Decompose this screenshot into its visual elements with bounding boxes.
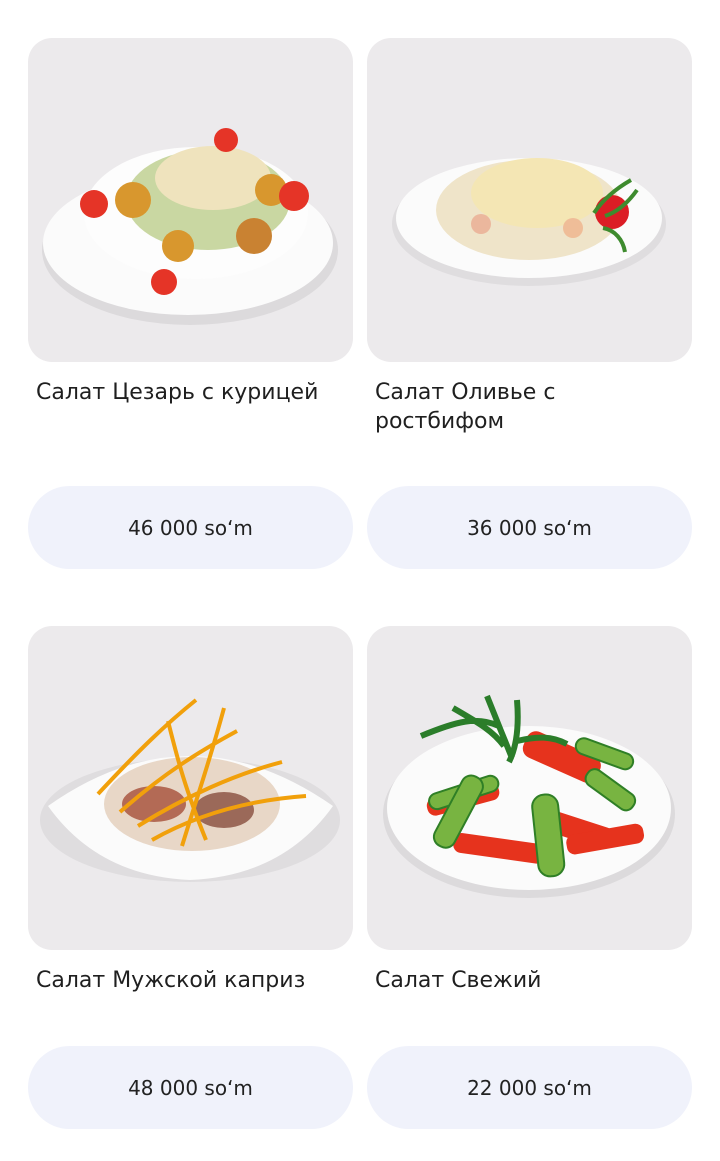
- product-title: Салат Свежий: [375, 968, 542, 993]
- product-card[interactable]: Салат Оливье с ростбифом 36 000 so‘m: [367, 38, 692, 569]
- product-title: Салат Цезарь с курицей: [36, 380, 319, 405]
- product-card[interactable]: Салат Свежий 22 000 so‘m: [367, 626, 692, 1129]
- product-title: Салат Мужской каприз: [36, 968, 306, 993]
- product-title: Салат Оливье с ростбифом: [375, 380, 556, 434]
- product-card[interactable]: Салат Мужской каприз 48 000 so‘m: [28, 626, 353, 1129]
- price-button[interactable]: 36 000 so‘m: [367, 486, 692, 569]
- olivier-salad-image[interactable]: [367, 38, 692, 362]
- price-button[interactable]: 46 000 so‘m: [28, 486, 353, 569]
- price-button[interactable]: 22 000 so‘m: [367, 1046, 692, 1129]
- mens-caprice-salad-image[interactable]: [28, 626, 353, 950]
- fresh-salad-image[interactable]: [367, 626, 692, 950]
- product-card[interactable]: Салат Цезарь с курицей 46 000 so‘m: [28, 38, 353, 569]
- product-grid: Салат Цезарь с курицей 46 000 so‘m Салат…: [0, 0, 720, 1161]
- price-button[interactable]: 48 000 so‘m: [28, 1046, 353, 1129]
- caesar-salad-image[interactable]: [28, 38, 353, 362]
